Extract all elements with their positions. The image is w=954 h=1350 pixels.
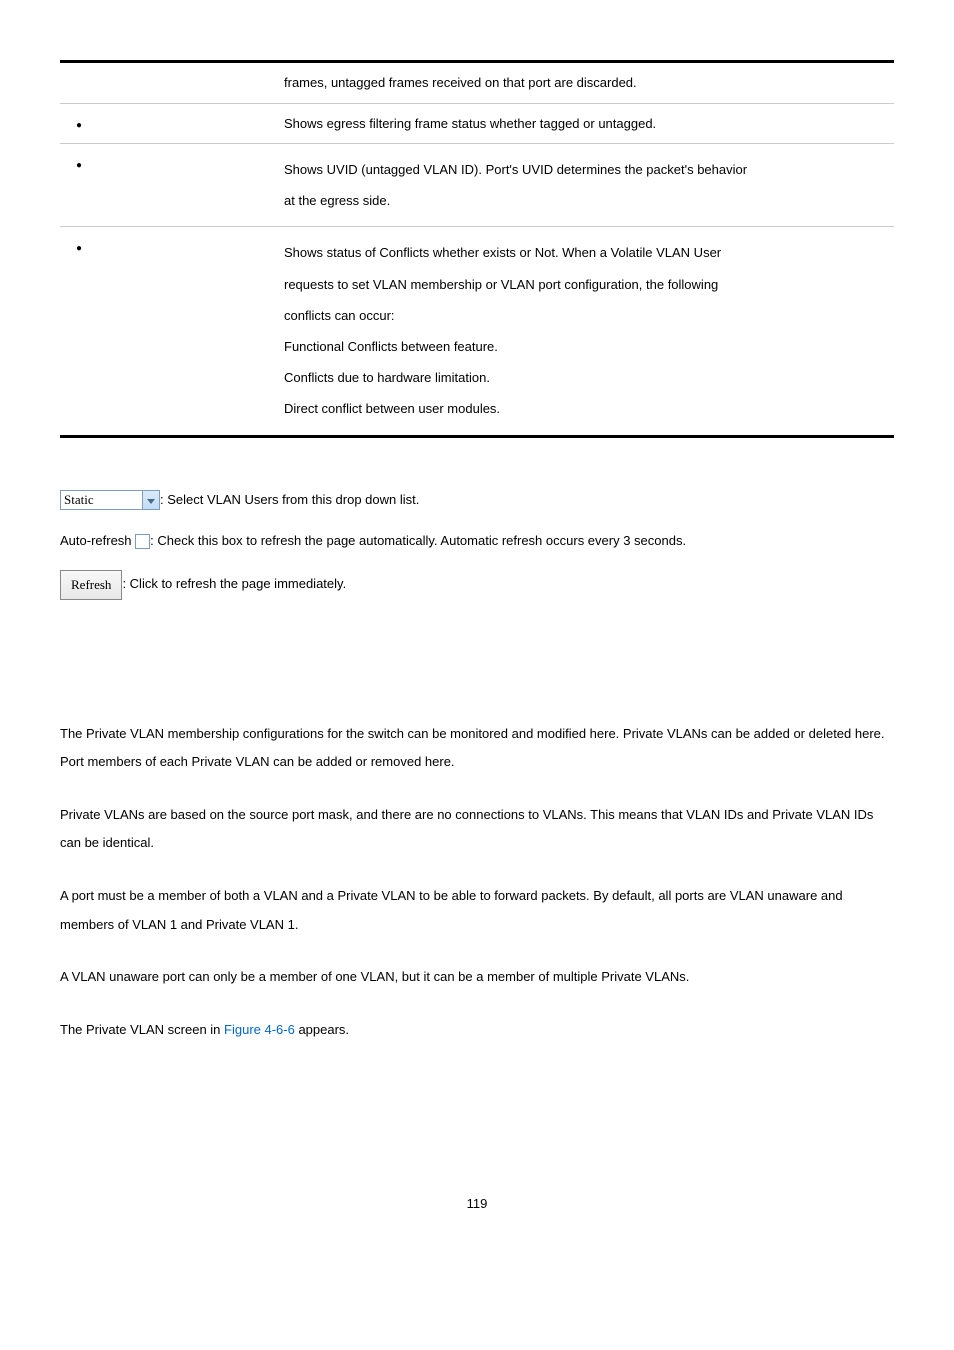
body-paragraph: The Private VLAN membership configuratio…: [60, 720, 894, 777]
autorefresh-description: : Check this box to refresh the page aut…: [150, 533, 686, 548]
autorefresh-label: Auto-refresh: [60, 533, 132, 548]
definition-table: frames, untagged frames received on that…: [60, 60, 894, 438]
table-row: ● Shows egress filtering frame status wh…: [60, 103, 894, 144]
table-row: ● Shows status of Conflicts whether exis…: [60, 227, 894, 436]
refresh-control-line: Refresh: Click to refresh the page immed…: [60, 570, 894, 599]
table-cell-text: Shows UVID (untagged VLAN ID). Port's UV…: [276, 144, 894, 227]
bullet-icon: ●: [76, 241, 82, 256]
page-number: 119: [60, 1194, 894, 1214]
figure-link[interactable]: Figure 4-6-6: [224, 1022, 295, 1037]
dropdown-control-line: Static : Select VLAN Users from this dro…: [60, 488, 894, 511]
table-row: ● Shows UVID (untagged VLAN ID). Port's …: [60, 144, 894, 227]
table-row: frames, untagged frames received on that…: [60, 62, 894, 104]
body-paragraph: A VLAN unaware port can only be a member…: [60, 963, 894, 992]
body-paragraph: A port must be a member of both a VLAN a…: [60, 882, 894, 939]
dropdown-description: : Select VLAN Users from this drop down …: [160, 492, 419, 507]
body-paragraph: The Private VLAN screen in Figure 4-6-6 …: [60, 1016, 894, 1045]
body-text-section: The Private VLAN membership configuratio…: [60, 720, 894, 1045]
bullet-icon: ●: [76, 118, 82, 133]
refresh-button[interactable]: Refresh: [60, 570, 122, 599]
table-cell-text: Shows egress filtering frame status whet…: [276, 103, 894, 144]
vlan-user-dropdown[interactable]: Static: [60, 490, 160, 510]
table-cell-text: frames, untagged frames received on that…: [276, 62, 894, 104]
autorefresh-control-line: Auto-refresh : Check this box to refresh…: [60, 529, 894, 552]
table-cell-text: Shows status of Conflicts whether exists…: [276, 227, 894, 436]
autorefresh-checkbox[interactable]: [135, 534, 150, 549]
body-paragraph: Private VLANs are based on the source po…: [60, 801, 894, 858]
bullet-icon: ●: [76, 158, 82, 173]
chevron-down-icon: [142, 491, 159, 509]
refresh-description: : Click to refresh the page immediately.: [122, 576, 346, 591]
